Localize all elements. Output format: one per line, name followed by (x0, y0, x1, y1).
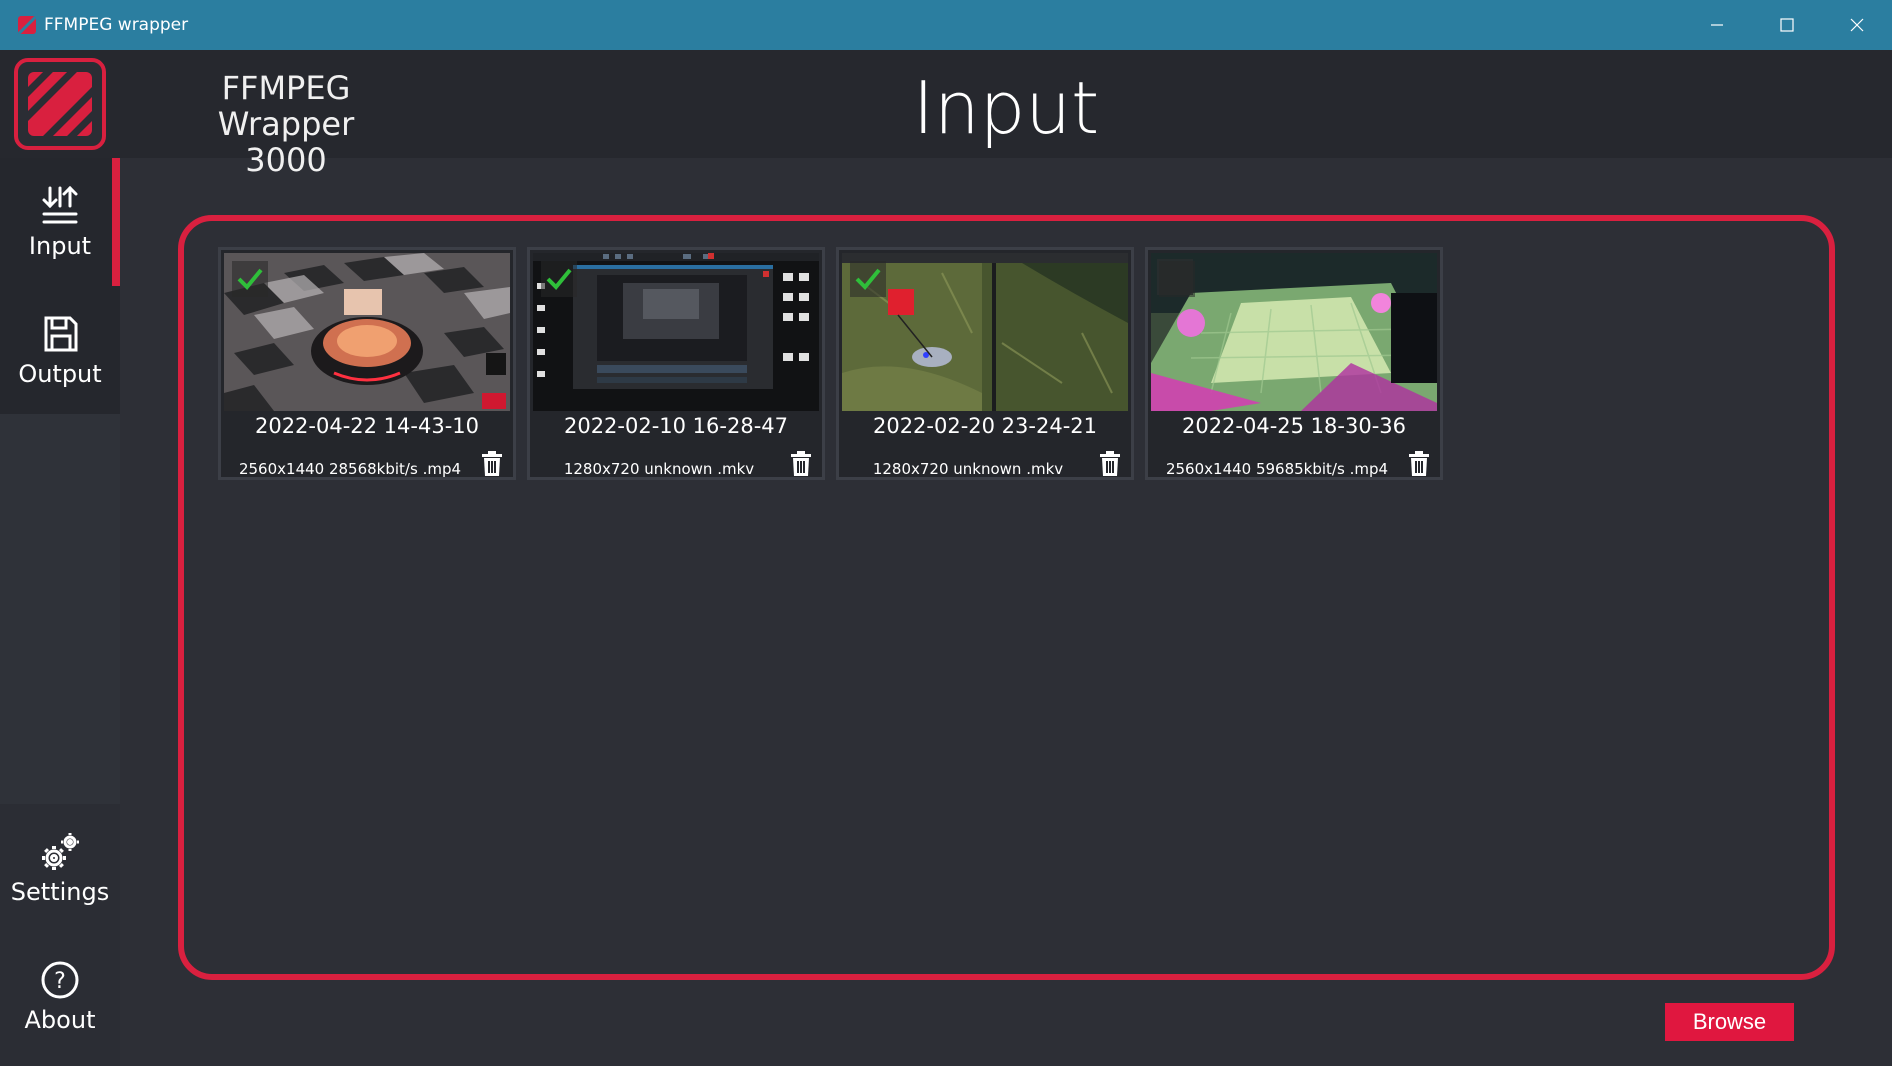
close-icon (1850, 18, 1864, 32)
file-name: 2022-02-10 16-28-47 (563, 414, 789, 438)
close-button[interactable] (1822, 0, 1892, 50)
video-thumbnail (533, 253, 819, 411)
question-icon: ? (41, 961, 79, 999)
file-meta: 1280x720 unknown .mkv (563, 460, 755, 478)
trash-icon[interactable] (1099, 451, 1121, 477)
window-controls (1682, 0, 1892, 50)
trash-icon[interactable] (481, 451, 503, 477)
file-card[interactable]: 2022-02-20 23-24-21 1280x720 unknown .mk… (836, 247, 1134, 480)
checkmark-icon (855, 268, 881, 290)
gears-icon (42, 833, 79, 870)
file-name: 2022-04-25 18-30-36 (1181, 414, 1407, 438)
input-arrows-icon (42, 185, 78, 224)
maximize-button[interactable] (1752, 0, 1822, 50)
trash-icon[interactable] (1408, 451, 1430, 477)
trash-icon[interactable] (790, 451, 812, 477)
video-thumbnail (842, 253, 1128, 411)
selection-checkbox[interactable] (541, 261, 577, 297)
file-name: 2022-04-22 14-43-10 (254, 414, 480, 438)
file-meta: 2560x1440 59685kbit/s .mp4 (1165, 460, 1389, 478)
page-title: Input (912, 66, 1100, 150)
active-indicator (112, 158, 120, 286)
window-title: FFMPEG wrapper (44, 15, 189, 35)
sidebar-spacer (0, 414, 120, 804)
title-bar: FFMPEG wrapper (0, 0, 1892, 50)
checkmark-icon (237, 268, 263, 290)
video-thumbnail (224, 253, 510, 411)
app-logo (14, 58, 106, 150)
selection-checkbox[interactable] (232, 261, 268, 297)
file-card[interactable]: 2022-04-25 18-30-36 2560x1440 59685kbit/… (1145, 247, 1443, 480)
file-card[interactable]: 2022-02-10 16-28-47 1280x720 unknown .mk… (527, 247, 825, 480)
file-meta: 1280x720 unknown .mkv (872, 460, 1064, 478)
sidebar-item-label: Settings (10, 878, 110, 906)
file-meta: 2560x1440 28568kbit/s .mp4 (238, 460, 462, 478)
sidebar-item-settings[interactable]: Settings (0, 804, 120, 932)
sidebar-item-label: About (24, 1006, 96, 1034)
browse-button[interactable]: Browse (1665, 1003, 1794, 1041)
logo-area (0, 50, 120, 158)
svg-text:?: ? (54, 969, 66, 994)
video-thumbnail (1151, 253, 1437, 411)
sidebar-item-label: Output (18, 360, 102, 388)
sidebar-item-about[interactable]: ? About (0, 932, 120, 1060)
save-disk-icon (44, 316, 78, 352)
minimize-icon (1711, 24, 1723, 26)
logo-stripes-icon (28, 72, 92, 136)
file-name: 2022-02-20 23-24-21 (872, 414, 1098, 438)
checkmark-icon (546, 268, 572, 290)
sidebar-item-input[interactable]: Input (0, 158, 120, 286)
selection-checkbox[interactable] (1159, 261, 1195, 297)
selection-checkbox[interactable] (850, 261, 886, 297)
minimize-button[interactable] (1682, 0, 1752, 50)
app-icon (18, 16, 36, 34)
sidebar: Input Output Settings ? About (0, 50, 120, 1066)
sidebar-item-label: Input (28, 232, 92, 260)
file-card[interactable]: 2022-04-22 14-43-10 2560x1440 28568kbit/… (218, 247, 516, 480)
sidebar-item-output[interactable]: Output (0, 286, 120, 414)
maximize-icon (1780, 18, 1794, 32)
